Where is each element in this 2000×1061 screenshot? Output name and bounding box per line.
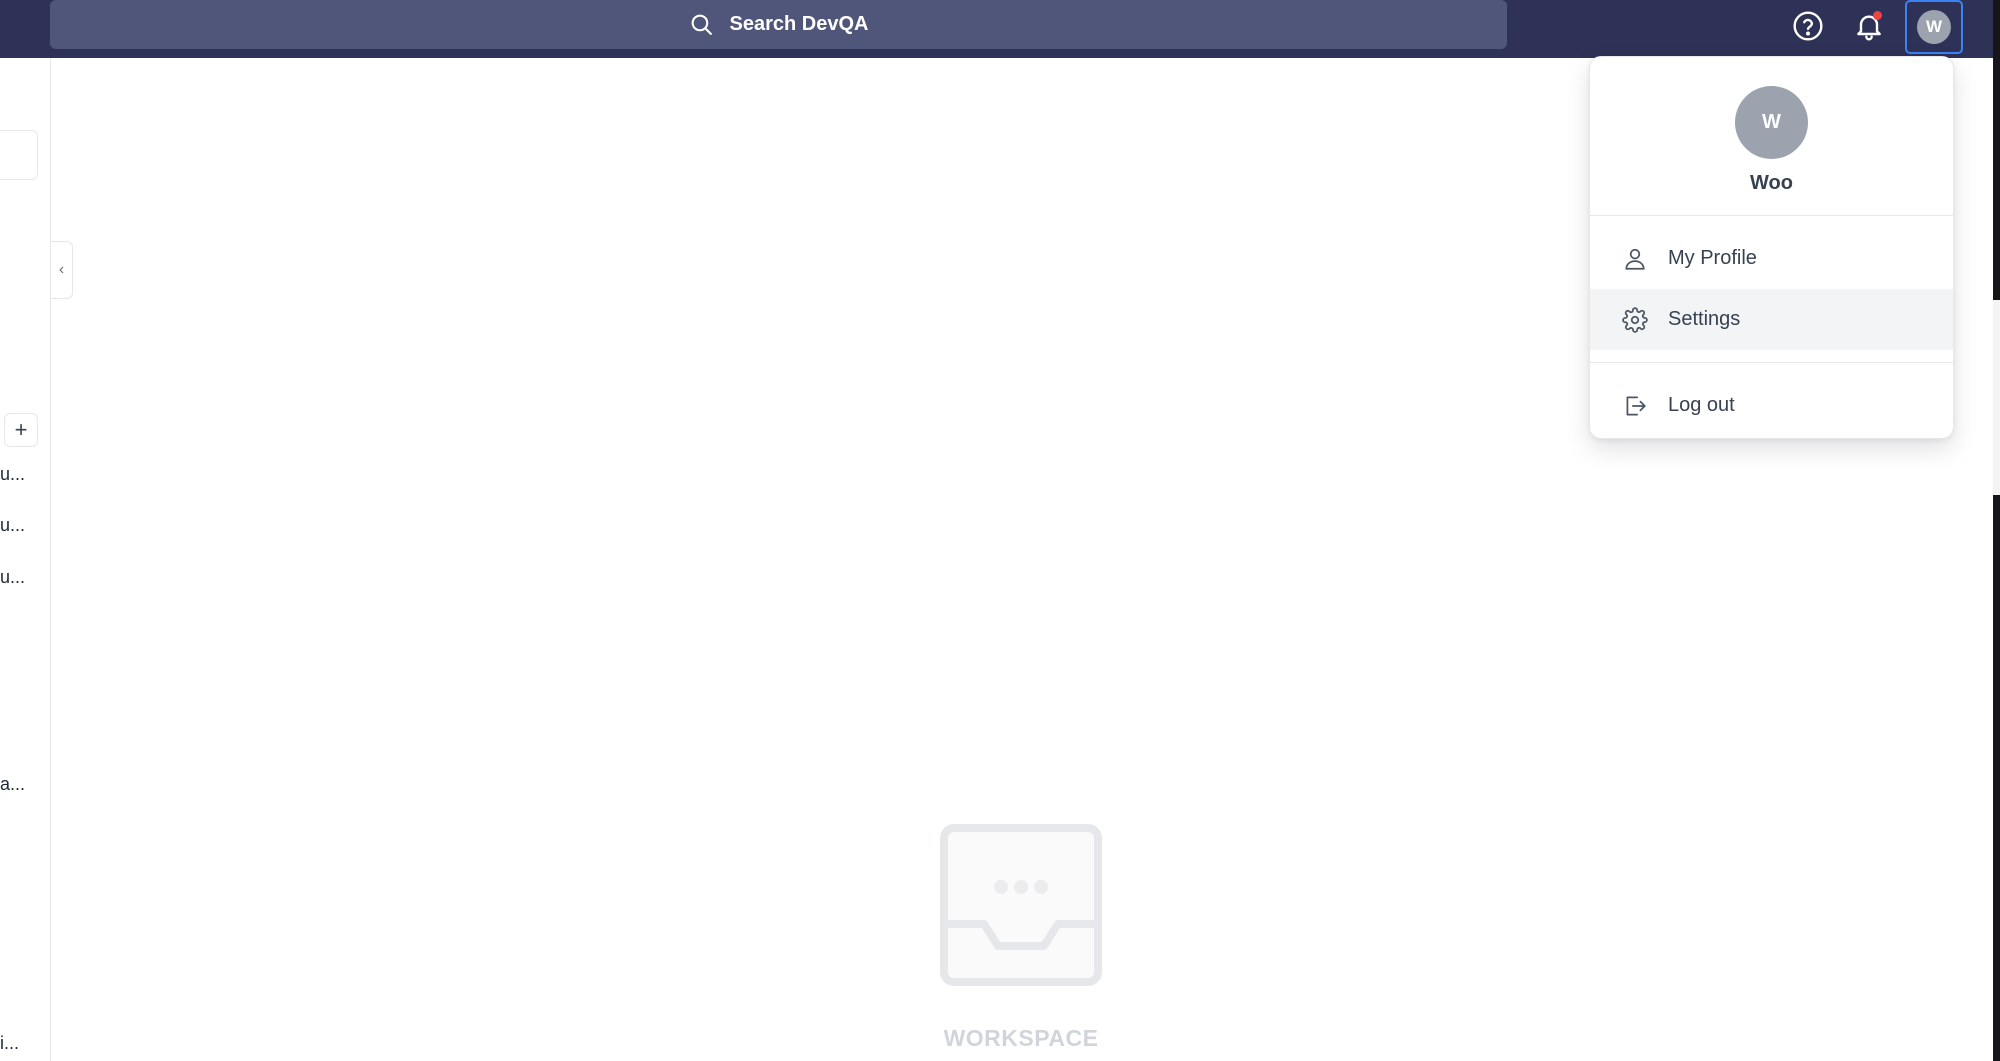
user-name: Woo [1750, 172, 1793, 194]
user-menu: W Woo My Profile Settings Log out [1589, 56, 1954, 439]
notification-badge [1873, 11, 1882, 20]
search-icon [689, 12, 714, 37]
search-placeholder: Search DevQA [729, 13, 869, 35]
empty-inbox-icon [940, 824, 1102, 986]
logout-icon [1622, 393, 1648, 419]
user-avatar-button[interactable]: W [1905, 0, 1963, 54]
chevron-left-icon: ‹ [58, 261, 65, 278]
top-bar: Search DevQA W [0, 0, 1993, 58]
menu-item-label: My Profile [1668, 247, 1757, 269]
user-menu-section: My Profile Settings [1590, 216, 1953, 363]
menu-item-log-out[interactable]: Log out [1590, 375, 1953, 436]
avatar: W [1917, 10, 1951, 44]
scrollbar[interactable] [1993, 300, 2000, 495]
user-icon [1622, 246, 1648, 272]
search-bar[interactable]: Search DevQA [50, 0, 1507, 49]
sidebar-item[interactable]: a... [0, 774, 25, 795]
sidebar-collapse-button[interactable]: ‹ [51, 241, 73, 299]
menu-item-label: Log out [1668, 394, 1735, 416]
sidebar-item[interactable]: u... [0, 515, 25, 536]
window-edge [1993, 0, 2000, 1061]
gear-icon [1622, 306, 1648, 333]
menu-item-my-profile[interactable]: My Profile [1590, 228, 1953, 289]
help-button[interactable] [1790, 8, 1826, 44]
help-icon [1793, 11, 1823, 41]
empty-state-label: WORKSPACE [943, 1025, 1099, 1051]
add-button[interactable]: + [4, 413, 38, 447]
avatar: W [1735, 86, 1808, 159]
user-menu-section: Log out [1590, 363, 1953, 438]
sidebar-search-box[interactable] [0, 130, 38, 180]
user-menu-header: W Woo [1590, 57, 1953, 216]
notifications-button[interactable] [1851, 8, 1887, 44]
sidebar-item[interactable]: u... [0, 567, 25, 588]
sidebar: + u... u... u... a... i... [0, 58, 51, 1061]
sidebar-item[interactable]: u... [0, 464, 25, 485]
menu-item-label: Settings [1668, 308, 1741, 330]
menu-item-settings[interactable]: Settings [1590, 289, 1953, 350]
sidebar-item[interactable]: i... [0, 1033, 19, 1054]
